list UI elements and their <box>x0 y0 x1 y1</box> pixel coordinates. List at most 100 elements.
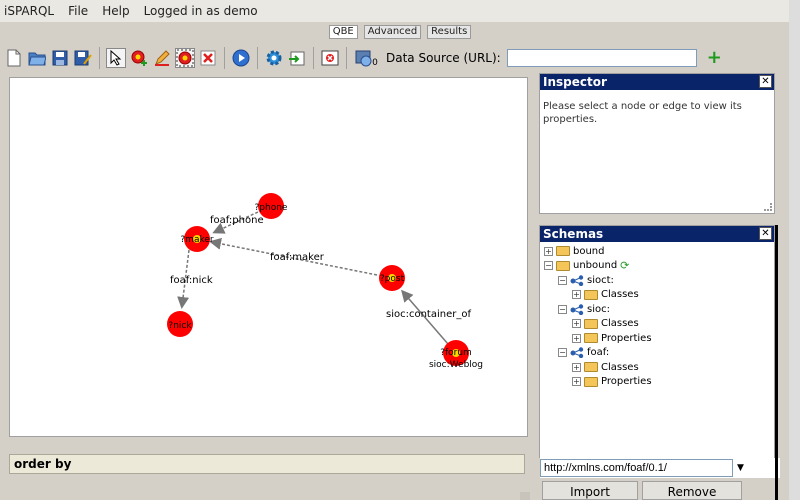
namespace-share-icon <box>570 304 584 315</box>
folder-icon <box>584 318 598 329</box>
open-folder-icon[interactable] <box>27 48 47 68</box>
tab-advanced[interactable]: Advanced <box>363 25 422 39</box>
inspector-close-icon[interactable]: ✕ <box>759 75 772 88</box>
toolbar-separator <box>313 47 314 69</box>
schema-uri-input[interactable] <box>540 459 733 477</box>
collapse-minus-icon[interactable]: − <box>558 275 567 285</box>
schema-uri-row: ▼ <box>540 458 780 478</box>
tree-item-sioc[interactable]: − sioc: <box>544 302 770 317</box>
expand-plus-icon[interactable]: + <box>572 319 581 329</box>
inspector-header: Inspector ✕ <box>540 74 774 90</box>
draw-edge-pencil-icon[interactable] <box>152 48 172 68</box>
menu-bar: iSPARQL File Help Logged in as demo <box>0 0 800 22</box>
schemas-close-icon[interactable]: ✕ <box>759 227 772 240</box>
tree-label: Properties <box>601 376 652 388</box>
tree-item-sioc-properties[interactable]: + Properties <box>544 331 770 346</box>
node-label: ?nick <box>168 321 192 331</box>
inspector-panel: Inspector ✕ Please select a node or edge… <box>539 73 775 214</box>
toolbar-separator <box>224 47 225 69</box>
tab-results[interactable]: Results <box>427 25 472 39</box>
tree-label: foaf: <box>587 347 610 359</box>
add-datasource-plus-icon[interactable]: + <box>707 49 722 67</box>
toolbar-separator <box>99 47 100 69</box>
collapse-minus-icon[interactable]: − <box>558 304 567 314</box>
graph-node-post[interactable]: ?post <box>379 265 405 291</box>
tree-item-foaf-classes[interactable]: + Classes <box>544 360 770 375</box>
schemas-panel: Schemas ✕ + bound − unbound ⟳ − sioct: +… <box>539 225 775 458</box>
node-label: ?forum <box>440 348 472 358</box>
clear-graph-icon[interactable] <box>320 48 340 68</box>
toolbar-separator <box>346 47 347 69</box>
order-by-bar[interactable]: order by <box>9 454 525 474</box>
folder-icon <box>584 362 598 373</box>
refresh-icon[interactable]: ⟳ <box>620 259 629 272</box>
tree-item-bound[interactable]: + bound <box>544 244 770 259</box>
folder-icon <box>584 289 598 300</box>
tree-label: Properties <box>601 332 652 344</box>
toolbar-separator <box>257 47 258 69</box>
pointer-select-icon[interactable] <box>106 48 126 68</box>
tree-item-sioct[interactable]: − sioct: <box>544 273 770 288</box>
menu-help[interactable]: Help <box>102 4 129 18</box>
delete-icon[interactable] <box>198 48 218 68</box>
resize-grip-icon[interactable] <box>764 203 772 211</box>
import-button[interactable]: Import <box>542 481 638 500</box>
settings-gear-icon[interactable] <box>264 48 284 68</box>
login-status: Logged in as demo <box>143 4 258 18</box>
run-query-icon[interactable] <box>231 48 251 68</box>
tree-label: Classes <box>601 361 639 373</box>
dropdown-arrow-icon[interactable]: ▼ <box>737 463 744 473</box>
collapse-minus-icon[interactable]: − <box>544 261 553 271</box>
collapse-minus-icon[interactable]: − <box>558 348 567 358</box>
namespace-share-icon <box>570 275 584 286</box>
tree-label: sioct: <box>587 274 614 286</box>
tree-item-sioct-classes[interactable]: + Classes <box>544 288 770 303</box>
save-as-icon[interactable] <box>73 48 93 68</box>
view-tabs: QBE Advanced Results <box>0 25 800 40</box>
scrollbar[interactable] <box>520 492 530 500</box>
expand-plus-icon[interactable]: + <box>544 246 553 256</box>
query-graph: foaf:phone foaf:nick foaf:maker sioc:con… <box>167 193 483 370</box>
menu-file[interactable]: File <box>68 4 88 18</box>
datasource-count-badge: 0 <box>372 58 378 68</box>
tree-label: bound <box>573 245 605 257</box>
datasource-server-icon[interactable]: 0 <box>353 48 379 68</box>
schemas-title: Schemas <box>543 227 604 241</box>
tree-item-sioc-classes[interactable]: + Classes <box>544 317 770 332</box>
graph-node-forum[interactable]: ?forum sioc:Weblog <box>429 340 483 370</box>
panel-divider <box>775 225 778 500</box>
tree-item-foaf-properties[interactable]: + Properties <box>544 375 770 390</box>
save-icon[interactable] <box>50 48 70 68</box>
group-nodes-icon[interactable] <box>175 48 195 68</box>
edge-label: foaf:phone <box>210 215 264 226</box>
folder-icon <box>556 246 570 257</box>
expand-plus-icon[interactable]: + <box>572 290 581 300</box>
remove-button[interactable]: Remove <box>642 481 742 500</box>
datasource-url-input[interactable] <box>506 49 697 67</box>
schemas-header: Schemas ✕ <box>540 226 774 242</box>
edge-label: sioc:container_of <box>386 309 471 320</box>
query-graph-canvas[interactable]: foaf:phone foaf:nick foaf:maker sioc:con… <box>9 77 528 437</box>
tree-label: Classes <box>601 318 639 330</box>
tree-item-unbound[interactable]: − unbound ⟳ <box>544 259 770 274</box>
add-node-icon[interactable] <box>129 48 149 68</box>
toolbar: 0 Data Source (URL): + <box>4 44 796 72</box>
datasource-label: Data Source (URL): <box>386 51 501 65</box>
graph-node-maker[interactable]: ?maker <box>180 226 214 252</box>
folder-icon <box>584 333 598 344</box>
inspector-title: Inspector <box>543 75 607 89</box>
expand-plus-icon[interactable]: + <box>572 333 581 343</box>
expand-plus-icon[interactable]: + <box>572 362 581 372</box>
node-type-label: sioc:Weblog <box>429 360 483 370</box>
export-icon[interactable] <box>287 48 307 68</box>
node-label: ?post <box>380 274 405 284</box>
folder-icon <box>584 376 598 387</box>
edge-label: foaf:maker <box>270 252 325 263</box>
tree-item-foaf[interactable]: − foaf: <box>544 346 770 361</box>
tab-qbe[interactable]: QBE <box>328 25 358 39</box>
expand-plus-icon[interactable]: + <box>572 377 581 387</box>
graph-node-nick[interactable]: ?nick <box>167 311 193 337</box>
scrollbar[interactable] <box>789 0 800 500</box>
tree-label: Classes <box>601 289 639 301</box>
new-document-icon[interactable] <box>4 48 24 68</box>
